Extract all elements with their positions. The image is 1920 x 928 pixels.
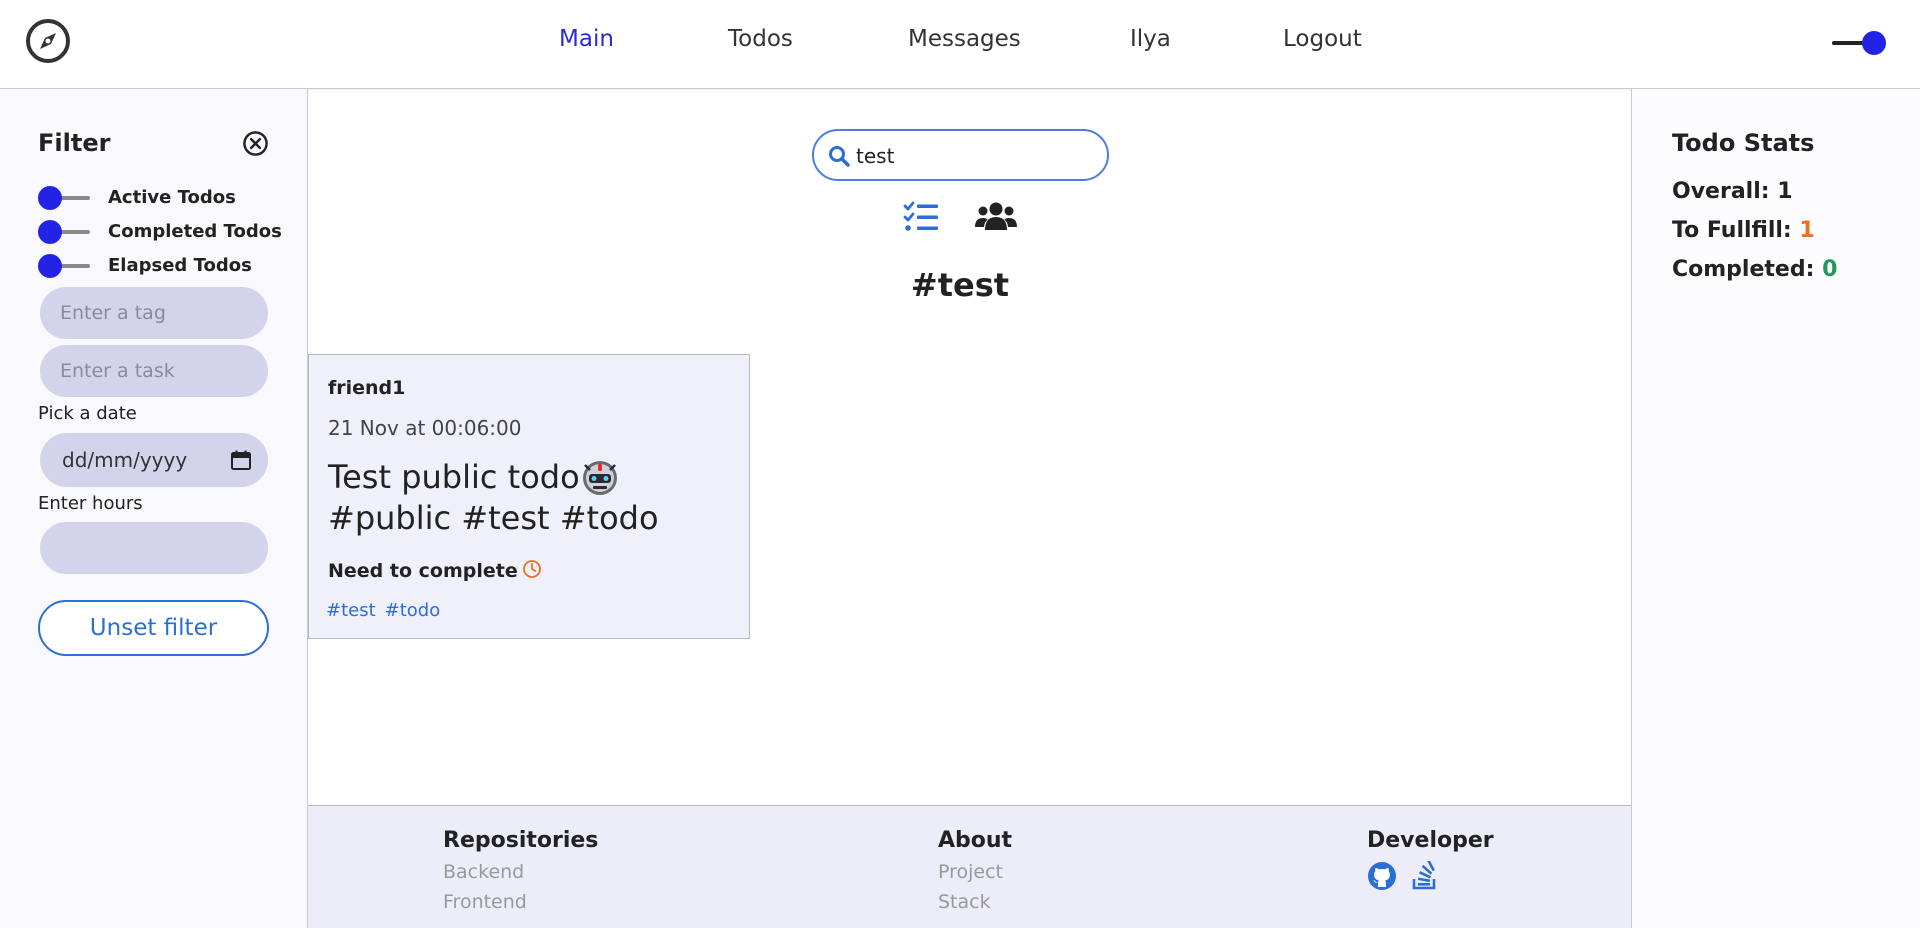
toggle-knob (38, 220, 62, 244)
todo-card[interactable]: friend1 21 Nov at 00:06:00 Test public t… (308, 354, 750, 639)
todo-date: 21 Nov at 00:06:00 (328, 416, 522, 440)
toggle-label: Active Todos (108, 187, 236, 208)
nav-messages[interactable]: Messages (908, 26, 1021, 52)
robot-emoji-icon (582, 461, 617, 495)
search-box[interactable] (812, 129, 1109, 181)
todo-tags: #test #todo (326, 600, 449, 621)
date-placeholder: dd/mm/yyyy (62, 448, 188, 472)
users-view-icon[interactable] (975, 201, 1017, 233)
filter-sidebar: Filter Active Todos Completed Todos Elap… (0, 89, 308, 928)
todo-status-label: Need to complete (328, 560, 518, 582)
footer-link-backend[interactable]: Backend (443, 861, 598, 883)
stat-overall-value: 1 (1777, 179, 1793, 204)
todo-text-tags: #public #test #todo (328, 499, 659, 537)
footer-link-frontend[interactable]: Frontend (443, 891, 598, 913)
toggle-label: Completed Todos (108, 221, 282, 242)
todo-owner: friend1 (328, 377, 406, 399)
tag-heading-text: #test (910, 266, 1010, 304)
nav-main[interactable]: Main (559, 26, 614, 52)
stat-completed: Completed: 0 (1672, 257, 1837, 282)
footer-developer-title: Developer (1367, 828, 1494, 853)
footer-developer-icons (1367, 861, 1494, 891)
theme-toggle[interactable] (1832, 30, 1886, 56)
task-input[interactable] (40, 345, 268, 397)
footer: Repositories Backend Frontend About Proj… (308, 805, 1631, 928)
nav-user-profile[interactable]: Ilya (1130, 26, 1171, 52)
todo-text-main: Test public todo (328, 458, 580, 496)
todo-list-view-icon[interactable] (903, 201, 939, 233)
main-nav: Main Todos Messages Ilya Logout (0, 0, 1920, 89)
footer-repositories-title: Repositories (443, 828, 599, 853)
filter-title: Filter (38, 129, 111, 157)
github-icon[interactable] (1367, 861, 1397, 891)
stackoverflow-icon[interactable] (1411, 861, 1439, 891)
nav-logout[interactable]: Logout (1283, 26, 1362, 52)
toggle-knob (38, 186, 62, 210)
search-input[interactable] (856, 141, 1086, 171)
toggle-active-todos[interactable]: Active Todos (38, 186, 298, 210)
tag-link[interactable]: #todo (385, 600, 441, 621)
theme-toggle-knob (1862, 31, 1886, 55)
top-navbar: Main Todos Messages Ilya Logout (0, 0, 1920, 89)
hours-input[interactable] (40, 522, 268, 574)
toggle-completed-todos[interactable]: Completed Todos (38, 220, 298, 244)
hours-label: Enter hours (38, 493, 143, 514)
todo-status: Need to complete (328, 559, 542, 582)
calendar-icon[interactable] (230, 449, 252, 471)
clock-icon (522, 560, 541, 578)
stats-title: Todo Stats (1672, 129, 1815, 157)
stat-completed-value: 0 (1822, 257, 1838, 282)
stat-completed-label: Completed: (1672, 257, 1815, 282)
footer-developer: Developer (1367, 828, 1494, 891)
footer-link-project[interactable]: Project (938, 861, 1012, 883)
footer-about: About Project Stack (938, 828, 1012, 921)
todo-stats-panel: Todo Stats Overall: 1 To Fullfill: 1 Com… (1631, 89, 1920, 928)
tag-link[interactable]: #test (326, 600, 376, 621)
footer-link-stack[interactable]: Stack (938, 891, 1012, 913)
stat-fulfill-value: 1 (1799, 218, 1815, 243)
close-filter-icon[interactable] (242, 130, 269, 157)
stat-fulfill-label: To Fullfill: (1672, 218, 1792, 243)
nav-todos[interactable]: Todos (728, 26, 793, 52)
unset-filter-button[interactable]: Unset filter (38, 600, 269, 656)
footer-repositories: Repositories Backend Frontend (443, 828, 598, 921)
stat-overall-label: Overall: (1672, 179, 1770, 204)
todo-text: Test public todo #public #test #todo (328, 457, 728, 539)
footer-about-title: About (938, 828, 1013, 853)
date-label: Pick a date (38, 403, 137, 424)
stat-to-fulfill: To Fullfill: 1 (1672, 218, 1815, 243)
stat-overall: Overall: 1 (1672, 179, 1793, 204)
search-icon (829, 146, 850, 167)
date-input[interactable]: dd/mm/yyyy (40, 433, 268, 487)
